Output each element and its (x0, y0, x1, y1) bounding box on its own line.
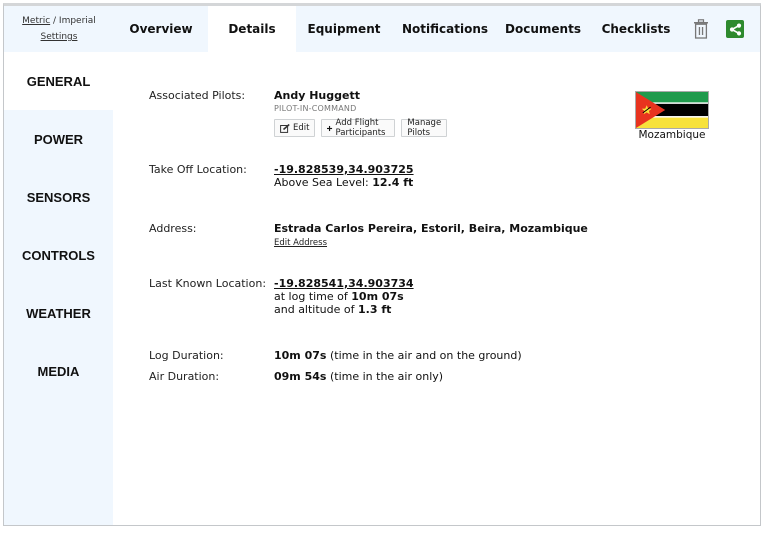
tab-documents[interactable]: Documents (498, 6, 588, 52)
pilots-label: Associated Pilots: (149, 89, 246, 102)
takeoff-label: Take Off Location: (149, 163, 247, 176)
trash-icon (694, 19, 708, 39)
log-duration-label: Log Duration: (149, 349, 224, 362)
share-icon (729, 23, 741, 35)
pilot-role: PILOT-IN-COMMAND (274, 104, 357, 113)
top-tab-bar: Metric / Imperial Settings Overview Deta… (4, 6, 760, 52)
pilot-info: Andy Huggett PILOT-IN-COMMAND (274, 89, 360, 115)
altitude-value: 1.3 ft (358, 303, 392, 316)
altitude-prefix: and altitude of (274, 303, 358, 316)
air-duration-note: (time in the air only) (326, 370, 444, 383)
delete-button[interactable] (684, 6, 718, 52)
edit-pilot-button[interactable]: Edit (274, 119, 316, 137)
address-info: Estrada Carlos Pereira, Estoril, Beira, … (274, 222, 588, 250)
flight-details-panel: Metric / Imperial Settings Overview Deta… (3, 3, 761, 526)
country-flag-block: Mozambique (627, 91, 717, 141)
tab-notifications[interactable]: Notifications (392, 6, 498, 52)
air-duration-label: Air Duration: (149, 370, 220, 383)
pilot-name: Andy Huggett (274, 89, 360, 102)
sidebar-item-general[interactable]: GENERAL (4, 52, 113, 110)
settings-link[interactable]: Settings (41, 29, 78, 45)
last-known-info: -19.828541,34.903734 at log time of 10m … (274, 277, 414, 316)
share-button[interactable] (718, 6, 752, 52)
sidebar-item-controls[interactable]: CONTROLS (4, 226, 113, 284)
details-content: Associated Pilots: Andy Huggett PILOT-IN… (113, 52, 760, 525)
edit-label: Edit (293, 123, 310, 133)
manage-pilots-label: Manage Pilots (407, 118, 442, 138)
log-time-value: 10m 07s (351, 290, 404, 303)
log-time-prefix: at log time of (274, 290, 352, 303)
asl-prefix: Above Sea Level: (274, 176, 373, 189)
sidebar-item-media[interactable]: MEDIA (4, 342, 113, 400)
takeoff-info: -19.828539,34.903725 Above Sea Level: 12… (274, 163, 414, 189)
address-label: Address: (149, 222, 197, 235)
add-participants-label: Add Flight Participants (335, 118, 386, 138)
tab-checklists[interactable]: Checklists (588, 6, 684, 52)
takeoff-coords-link[interactable]: -19.828539,34.903725 (274, 163, 414, 176)
log-duration-note: (time in the air and on the ground) (326, 349, 522, 362)
units-separator: / (50, 16, 59, 26)
edit-address-link[interactable]: Edit Address (274, 238, 327, 248)
sidebar: GENERAL POWER SENSORS CONTROLS WEATHER M… (4, 52, 113, 525)
tab-overview[interactable]: Overview (114, 6, 208, 52)
units-selector: Metric / Imperial Settings (4, 6, 114, 52)
tab-details[interactable]: Details (208, 6, 296, 52)
sidebar-item-weather[interactable]: WEATHER (4, 284, 113, 342)
last-known-label: Last Known Location: (149, 277, 267, 290)
log-duration-value: 10m 07s (274, 349, 327, 362)
manage-pilots-button[interactable]: Manage Pilots (401, 118, 448, 138)
edit-icon (280, 123, 290, 133)
mozambique-flag-icon (635, 91, 709, 129)
country-name: Mozambique (638, 129, 706, 141)
last-known-coords-link[interactable]: -19.828541,34.903734 (274, 277, 414, 290)
tab-equipment[interactable]: Equipment (296, 6, 392, 52)
asl-value: 12.4 ft (372, 176, 414, 189)
imperial-option[interactable]: Imperial (59, 16, 96, 26)
air-duration-info: 09m 54s (time in the air only) (274, 370, 443, 383)
sidebar-item-power[interactable]: POWER (4, 110, 113, 168)
air-duration-value: 09m 54s (274, 370, 327, 383)
plus-icon (327, 125, 333, 131)
log-duration-info: 10m 07s (time in the air and on the grou… (274, 349, 522, 362)
add-flight-participants-button[interactable]: Add Flight Participants (321, 118, 396, 138)
metric-link[interactable]: Metric (22, 16, 50, 26)
sidebar-item-sensors[interactable]: SENSORS (4, 168, 113, 226)
address-value: Estrada Carlos Pereira, Estoril, Beira, … (274, 222, 588, 235)
pilot-actions: Edit Add Flight Participants Manage Pilo… (274, 118, 448, 138)
